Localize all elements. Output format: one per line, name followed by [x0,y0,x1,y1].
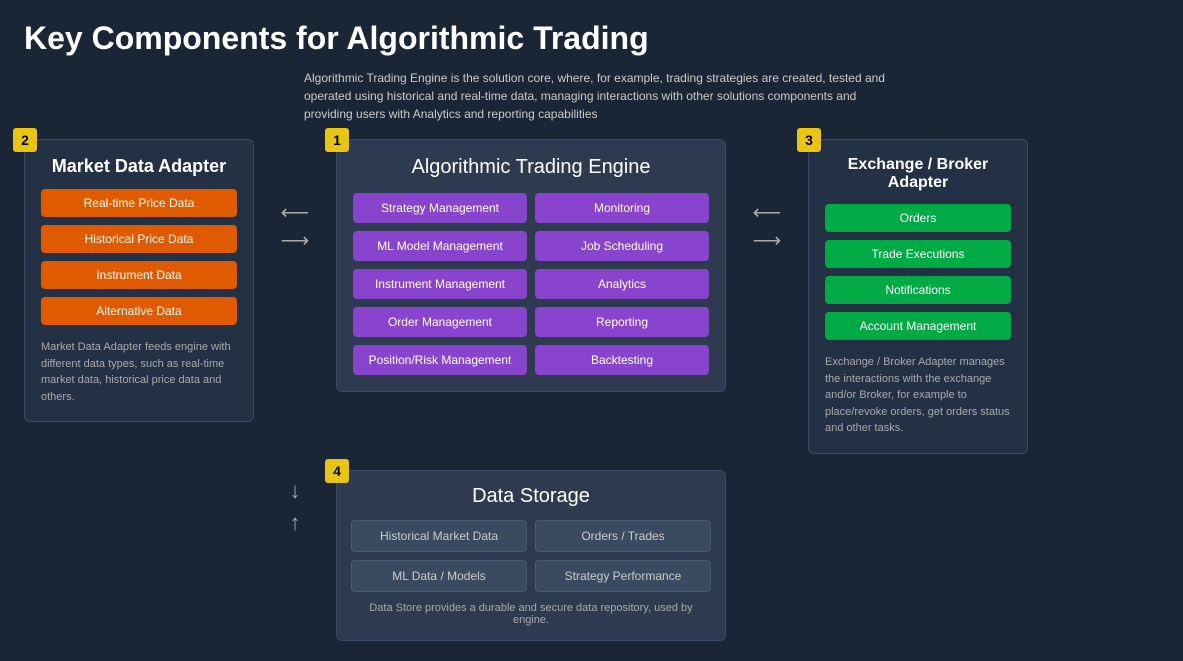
broker-footer: Exchange / Broker Adapter manages the in… [825,354,1011,437]
market-footer: Market Data Adapter feeds engine with di… [41,339,237,405]
ml-data-models-btn[interactable]: ML Data / Models [351,560,527,592]
engine-box: 1 Algorithmic Trading Engine Strategy Ma… [336,139,726,392]
arrow-right-icon: ⟶ [281,227,310,255]
monitoring-btn[interactable]: Monitoring [535,193,709,223]
right-left-arrow: ⟵ ⟶ [742,139,792,255]
left-right-arrow: ⟵ ⟶ [270,139,320,255]
storage-wrapper: 4 Data Storage Historical Market Data Or… [336,470,726,641]
reporting-btn[interactable]: Reporting [535,307,709,337]
storage-box: 4 Data Storage Historical Market Data Or… [336,470,726,641]
orders-trades-btn[interactable]: Orders / Trades [535,520,711,552]
main-layout: 2 Market Data Adapter Real-time Price Da… [24,139,1159,454]
arrow-left-icon: ⟵ [281,199,310,227]
job-scheduling-btn[interactable]: Job Scheduling [535,231,709,261]
arrow-left2-icon: ⟵ [753,199,782,227]
vertical-arrow-area: ↓ ↑ [270,470,320,534]
historical-market-btn[interactable]: Historical Market Data [351,520,527,552]
engine-title: Algorithmic Trading Engine [353,156,709,179]
broker-title: Exchange / Broker Adapter [825,156,1011,192]
analytics-btn[interactable]: Analytics [535,269,709,299]
real-time-price-btn[interactable]: Real-time Price Data [41,189,237,217]
instrument-data-btn[interactable]: Instrument Data [41,261,237,289]
historical-price-btn[interactable]: Historical Price Data [41,225,237,253]
badge-2: 2 [13,128,37,152]
storage-grid: Historical Market Data Orders / Trades M… [351,520,711,592]
page-title: Key Components for Algorithmic Trading [24,20,1159,57]
trade-exec-btn[interactable]: Trade Executions [825,240,1011,268]
orders-btn[interactable]: Orders [825,204,1011,232]
strategy-perf-btn[interactable]: Strategy Performance [535,560,711,592]
strategy-management-btn[interactable]: Strategy Management [353,193,527,223]
alternative-data-btn[interactable]: Alternative Data [41,297,237,325]
ml-model-btn[interactable]: ML Model Management [353,231,527,261]
bottom-section: ↓ ↑ 4 Data Storage Historical Market Dat… [24,470,1159,641]
badge-1: 1 [325,128,349,152]
account-mgmt-btn[interactable]: Account Management [825,312,1011,340]
page-description: Algorithmic Trading Engine is the soluti… [304,69,904,123]
engine-grid: Strategy Management Monitoring ML Model … [353,193,709,375]
notifications-btn[interactable]: Notifications [825,276,1011,304]
up-arrow-icon: ↑ [290,512,301,534]
market-data-title: Market Data Adapter [41,156,237,177]
storage-title: Data Storage [351,485,711,508]
badge-3: 3 [797,128,821,152]
order-mgmt-btn[interactable]: Order Management [353,307,527,337]
storage-footer: Data Store provides a durable and secure… [351,602,711,626]
broker-box: 3 Exchange / Broker Adapter Orders Trade… [808,139,1028,454]
position-risk-btn[interactable]: Position/Risk Management [353,345,527,375]
arrow-right2-icon: ⟶ [753,227,782,255]
market-data-box: 2 Market Data Adapter Real-time Price Da… [24,139,254,422]
instrument-mgmt-btn[interactable]: Instrument Management [353,269,527,299]
badge-4: 4 [325,459,349,483]
down-arrow-icon: ↓ [290,480,301,502]
backtesting-btn[interactable]: Backtesting [535,345,709,375]
